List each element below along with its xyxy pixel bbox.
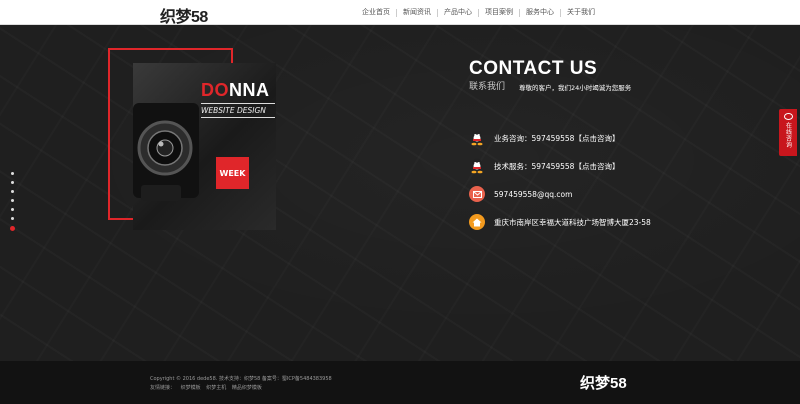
contact-text: 重庆市南岸区幸福大道科技广场智博大厦23-58 <box>494 217 651 227</box>
week-badge: WEEK <box>216 157 249 189</box>
contact-subtitle: 联系我们 <box>469 82 506 92</box>
showcase-subtitle: WEBSITE DESIGN <box>201 103 275 118</box>
contact-note: 尊敬的客户，我们24小时竭诚为您服务 <box>519 84 632 92</box>
top-header: 织梦58 企业首页 新闻资讯 产品中心 项目案例 服务中心 关于我们 <box>0 0 800 27</box>
contact-row-email[interactable]: 597459558@qq.com <box>469 186 572 202</box>
nav-item-news[interactable]: 新闻资讯 <box>397 0 437 25</box>
chat-bubble-icon <box>783 113 793 120</box>
camera-graphic <box>133 103 199 201</box>
showcase-brand: DONNA <box>201 80 270 100</box>
online-consult-button[interactable]: 在线咨询 <box>779 109 797 156</box>
page-dot[interactable] <box>11 208 14 211</box>
page-dot-active[interactable] <box>10 226 15 231</box>
page-indicator <box>10 172 15 237</box>
contact-text: 技术服务：597459558【点击咨询】 <box>494 161 620 171</box>
page-dot[interactable] <box>11 181 14 184</box>
page-dot[interactable] <box>11 217 14 220</box>
contact-row-tech[interactable]: 技术服务：597459558【点击咨询】 <box>469 158 619 174</box>
site-logo[interactable]: 织梦58 <box>160 3 208 27</box>
friend-links-label: 友情链接： <box>150 385 176 391</box>
contact-row-business[interactable]: 业务咨询：597459558【点击咨询】 <box>469 130 619 146</box>
nav-item-about[interactable]: 关于我们 <box>561 0 601 25</box>
qq-icon <box>469 158 485 174</box>
footer: Copyright © 2016 dede58. 技术支持：织梦58 备案号：蜀… <box>0 361 800 404</box>
main-nav: 企业首页 新闻资讯 产品中心 项目案例 服务中心 关于我们 <box>356 0 601 25</box>
qq-icon <box>469 130 485 146</box>
friend-link[interactable]: 织梦主机 <box>206 385 226 391</box>
contact-row-address: 重庆市南岸区幸福大道科技广场智博大厦23-58 <box>469 214 651 230</box>
contact-text: 597459558@qq.com <box>494 189 573 199</box>
friend-link[interactable]: 织梦模板 <box>181 385 201 391</box>
friend-link[interactable]: 精品织梦模板 <box>232 385 262 391</box>
page-dot[interactable] <box>11 199 14 202</box>
page-dot[interactable] <box>11 172 14 175</box>
page-dot[interactable] <box>11 190 14 193</box>
nav-item-home[interactable]: 企业首页 <box>356 0 396 25</box>
mail-icon <box>469 186 485 202</box>
friend-links: 友情链接： 织梦模板 织梦主机 精品织梦模板 <box>150 384 266 391</box>
footer-logo: 织梦58 <box>580 375 627 392</box>
nav-item-services[interactable]: 服务中心 <box>520 0 560 25</box>
copyright-text: Copyright © 2016 dede58. 技术支持：织梦58 备案号：蜀… <box>150 376 332 382</box>
home-icon <box>469 214 485 230</box>
contact-text: 业务咨询：597459558【点击咨询】 <box>494 133 620 143</box>
nav-item-cases[interactable]: 项目案例 <box>479 0 519 25</box>
contact-title: CONTACT US <box>469 58 598 79</box>
nav-item-products[interactable]: 产品中心 <box>438 0 478 25</box>
